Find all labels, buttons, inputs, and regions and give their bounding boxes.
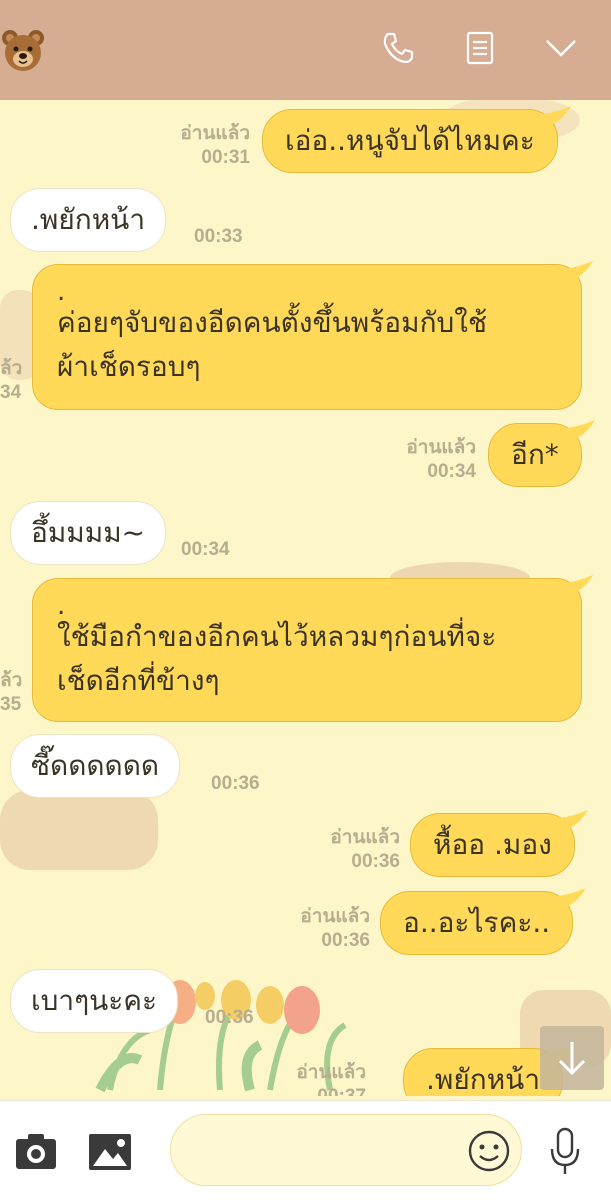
message-composer — [0, 1100, 611, 1200]
message-text: ซี๊ดดดดดด — [31, 749, 160, 782]
chat-header — [0, 0, 611, 100]
incoming-message[interactable]: ซี๊ดดดดดด — [10, 734, 181, 798]
message-meta: อ่านแล้ว 00:31 — [150, 122, 250, 170]
message-text: หื้ออ .มอง — [433, 828, 552, 861]
chat-area[interactable]: ล้ว 34 ล้ว 35 อ่านแล้ว 00:31 เอ่อ..หนูจั… — [0, 100, 611, 1096]
message-meta: อ่านแล้ว 00:34 — [376, 436, 476, 484]
message-meta: อ่านแล้ว 00:37 — [266, 1061, 366, 1096]
message-time: 00:34 — [427, 461, 476, 482]
bubble-tail — [565, 575, 593, 595]
camera-icon[interactable] — [14, 1131, 58, 1171]
offscreen-read-label: ล้ว — [0, 358, 23, 379]
outgoing-message[interactable]: หื้ออ .มอง — [410, 810, 588, 877]
read-receipt: อ่านแล้ว — [300, 906, 370, 927]
incoming-message-long[interactable]: . ใช้มือกำของอีกคนไว้หลวมๆก่อนที่จะ เช็ด… — [32, 575, 593, 722]
message-line: ค่อยๆจับของอีดคนตั้งขึ้นพร้อมกับใช้ — [57, 306, 487, 339]
message-dot: . — [57, 591, 66, 621]
message-line: เช็ดอีกที่ข้างๆ — [57, 664, 220, 697]
bubble-tail — [565, 261, 593, 281]
offscreen-read-label: ล้ว — [0, 670, 23, 691]
scroll-to-bottom-button[interactable] — [540, 1026, 604, 1090]
message-time: 00:36 — [321, 930, 370, 951]
outgoing-message[interactable]: เอ่อ..หนูจับได้ไหมคะ — [262, 106, 571, 173]
message-time: 00:36 — [211, 773, 260, 794]
bubble-tail — [542, 106, 571, 126]
message-text: .พยักหน้า — [31, 203, 146, 236]
message-text: อีก* — [511, 438, 559, 471]
outgoing-message[interactable]: อีก* — [488, 420, 595, 487]
bear-avatar-icon[interactable] — [0, 28, 46, 74]
incoming-message[interactable]: เบาๆนะคะ — [10, 969, 179, 1033]
message-text: เบาๆนะคะ — [31, 984, 158, 1017]
message-line: ผ้าเช็ดรอบๆ — [57, 350, 201, 383]
message-time: 00:33 — [194, 226, 243, 247]
read-receipt: อ่านแล้ว — [180, 123, 250, 144]
notes-icon[interactable] — [462, 30, 498, 66]
chevron-down-icon[interactable] — [543, 30, 579, 66]
message-text: เอ่อ..หนูจับได้ไหมคะ — [285, 124, 535, 157]
image-icon[interactable] — [88, 1133, 132, 1171]
message-time: 00:36 — [351, 851, 400, 872]
offscreen-time: 34 — [0, 382, 22, 403]
read-receipt: อ่านแล้ว — [296, 1062, 366, 1083]
message-line: ใช้มือกำของอีกคนไว้หลวมๆก่อนที่จะ — [57, 620, 497, 653]
message-dot: . — [57, 277, 66, 307]
emoji-icon[interactable] — [467, 1129, 511, 1173]
incoming-message[interactable]: อึ้มมมม~ — [10, 501, 167, 565]
message-time: 00:34 — [181, 539, 230, 560]
offscreen-time: 35 — [0, 694, 22, 715]
message-time: 00:37 — [266, 1085, 366, 1096]
message-time: 00:36 — [205, 1007, 254, 1028]
outgoing-message[interactable]: อ..อะไรคะ.. — [380, 888, 587, 955]
message-text: อึ้มมมม~ — [31, 516, 146, 549]
bubble-tail — [566, 420, 595, 440]
bubble-tail — [558, 888, 587, 908]
incoming-message[interactable]: .พยักหน้า — [10, 188, 167, 252]
message-text: อ..อะไรคะ.. — [403, 906, 551, 939]
read-receipt: อ่านแล้ว — [406, 437, 476, 458]
message-time: 00:31 — [201, 147, 250, 168]
incoming-message-long[interactable]: . ค่อยๆจับของอีดคนตั้งขึ้นพร้อมกับใช้ ผ้… — [32, 261, 593, 410]
message-meta: อ่านแล้ว 00:36 — [300, 826, 400, 874]
arrow-down-icon — [558, 1042, 586, 1076]
phone-icon[interactable] — [380, 30, 416, 66]
bubble-tail — [559, 810, 588, 830]
message-text: .พยักหน้า — [426, 1063, 541, 1096]
message-meta: อ่านแล้ว 00:36 — [270, 905, 370, 953]
read-receipt: อ่านแล้ว — [330, 827, 400, 848]
microphone-icon[interactable] — [548, 1127, 582, 1177]
